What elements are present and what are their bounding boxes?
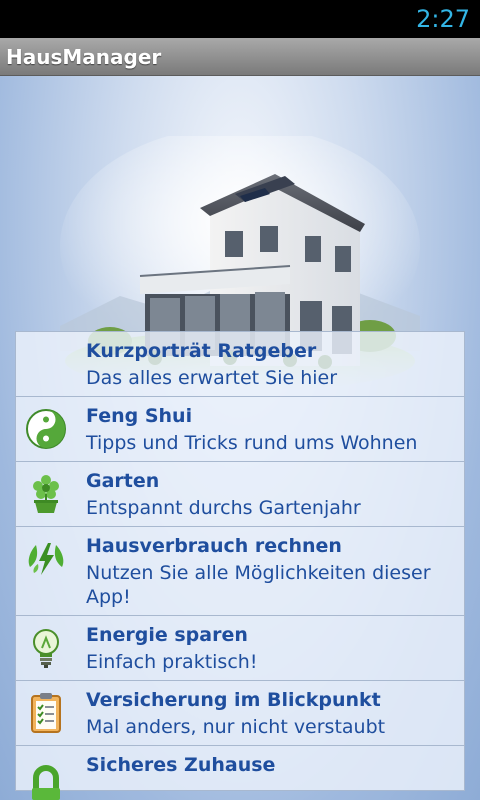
light-bulb-icon <box>33 629 59 668</box>
menu-item-subtitle: Mal anders, nur nicht verstaubt <box>86 716 386 738</box>
menu-item-subtitle: Entspannt durchs Gartenjahr <box>86 497 361 519</box>
app-title: HausManager <box>6 45 162 69</box>
energy-leaves-icon <box>28 543 64 575</box>
yin-yang-icon <box>26 409 66 449</box>
status-time: 2:27 <box>416 5 470 33</box>
flower-pot-icon <box>33 475 59 513</box>
menu-item-title: Hausverbrauch rechnen <box>86 535 342 557</box>
status-bar: 2:27 <box>0 0 480 38</box>
menu-item-subtitle: Einfach praktisch! <box>86 651 258 673</box>
clipboard-checklist-icon <box>31 693 61 733</box>
main-content: Kurzporträt Ratgeber Das alles erwartet … <box>0 76 480 800</box>
menu-item-title: Versicherung im Blickpunkt <box>86 689 381 711</box>
menu-item-feng-shui[interactable]: Feng Shui Tipps und Tricks rund ums Wohn… <box>16 397 464 462</box>
menu-item-energie-sparen[interactable]: Energie sparen Einfach praktisch! <box>16 616 464 681</box>
menu-list: Kurzporträt Ratgeber Das alles erwartet … <box>15 331 465 800</box>
menu-item-subtitle: Das alles erwartet Sie hier <box>86 367 338 389</box>
app-title-bar: HausManager <box>0 38 480 76</box>
menu-item-sicheres-zuhause[interactable]: Sicheres Zuhause <box>16 746 464 800</box>
menu-item-hausverbrauch-rechnen[interactable]: Hausverbrauch rechnen Nutzen Sie alle Mö… <box>16 527 464 616</box>
menu-item-title: Energie sparen <box>86 624 248 646</box>
menu-item-garten[interactable]: Garten Entspannt durchs Gartenjahr <box>16 462 464 527</box>
menu-item-versicherung-im-blickpunkt[interactable]: Versicherung im Blickpunkt Mal anders, n… <box>16 681 464 746</box>
padlock-icon <box>32 765 60 800</box>
menu-item-subtitle: Nutzen Sie alle Möglichkeiten dieser App… <box>86 562 431 608</box>
menu-item-title: Kurzporträt Ratgeber <box>86 340 317 362</box>
menu-item-title: Sicheres Zuhause <box>86 754 276 776</box>
menu-item-kurzportraet-ratgeber[interactable]: Kurzporträt Ratgeber Das alles erwartet … <box>16 332 464 397</box>
menu-item-subtitle: Tipps und Tricks rund ums Wohnen <box>86 432 418 454</box>
menu-item-title: Garten <box>86 470 160 492</box>
menu-item-title: Feng Shui <box>86 405 193 427</box>
